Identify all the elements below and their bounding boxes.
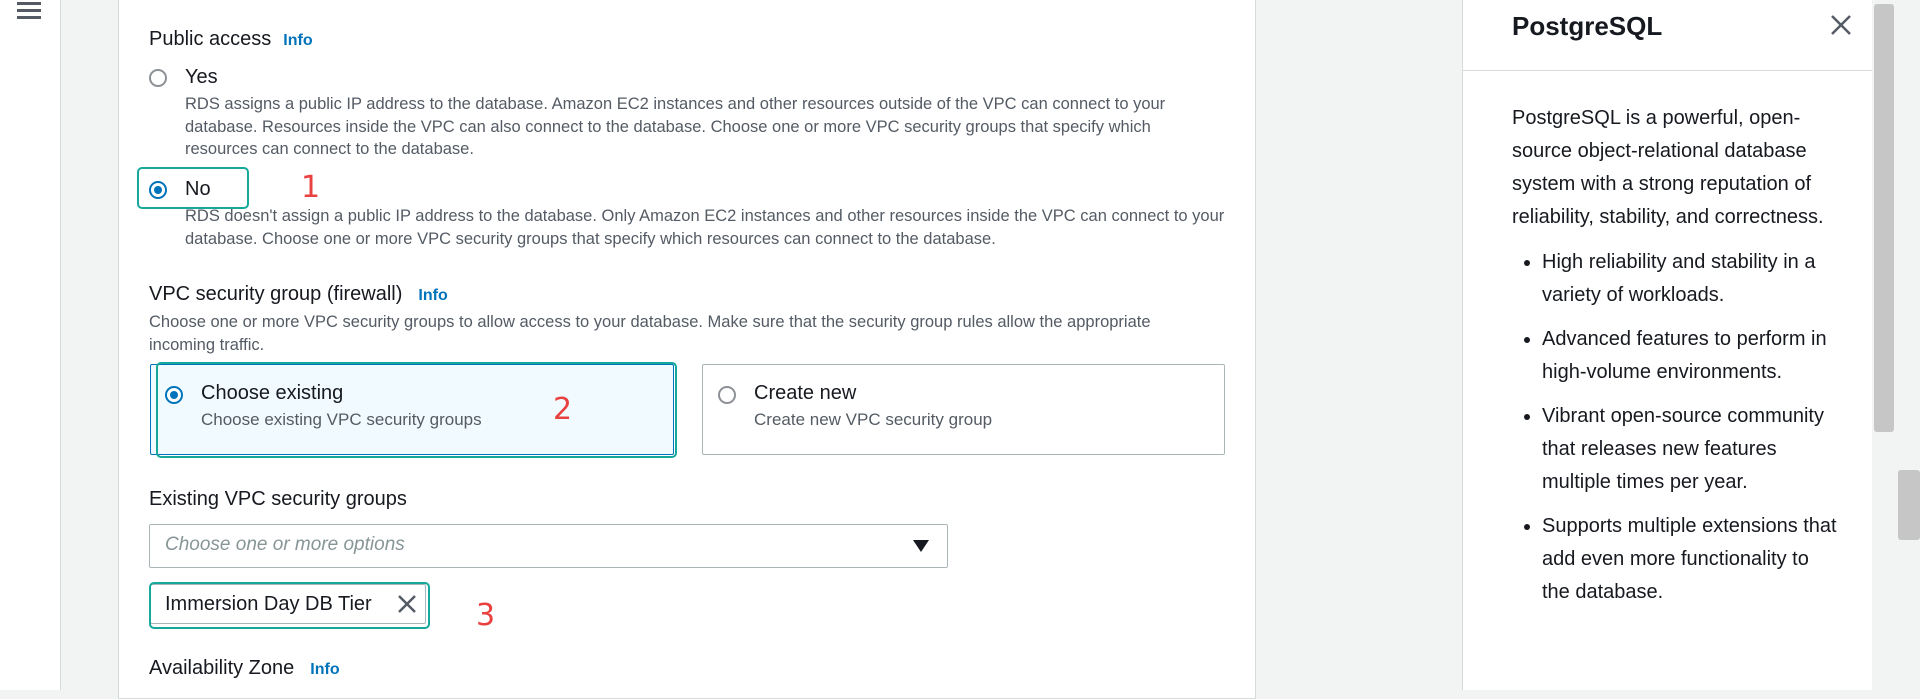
public-access-label: Public access Info [149, 28, 313, 51]
vpc-security-group-label: VPC security group (firewall) Info [149, 283, 448, 306]
public-access-yes-description: RDS assigns a public IP address to the d… [185, 95, 1166, 158]
vpc-security-group-label-text: VPC security group (firewall) [149, 283, 403, 305]
panel-bullet: Supports multiple extensions that add ev… [1542, 510, 1842, 609]
vpc-security-group-info-link[interactable]: Info [418, 287, 447, 304]
annotation-number-2: 2 [553, 392, 573, 427]
existing-groups-placeholder: Choose one or more options [165, 534, 405, 555]
panel-title: PostgreSQL [1512, 11, 1663, 41]
existing-groups-select[interactable]: Choose one or more options [149, 524, 948, 568]
panel-bullet: Advanced features to perform in high-vol… [1542, 323, 1842, 389]
annotation-number-3: 3 [476, 598, 496, 633]
panel-feature-list: High reliability and stability in a vari… [1512, 246, 1842, 609]
create-new-subtitle: Create new VPC security group [754, 410, 993, 429]
close-icon[interactable] [1829, 13, 1853, 37]
existing-groups-label: Existing VPC security groups [149, 488, 407, 510]
availability-zone-label: Availability Zone Info [149, 657, 340, 680]
help-side-panel: PostgreSQL PostgreSQL is a powerful, ope… [1462, 0, 1873, 690]
public-access-no-description: RDS doesn't assign a public IP address t… [185, 207, 1225, 248]
public-access-yes-label[interactable]: Yes [185, 66, 218, 89]
panel-body: PostgreSQL is a powerful, open-source ob… [1512, 102, 1842, 620]
annotation-box-2 [156, 362, 677, 458]
panel-intro: PostgreSQL is a powerful, open-source ob… [1512, 107, 1824, 228]
public-access-yes-radio[interactable] [149, 69, 167, 87]
public-access-label-text: Public access [149, 28, 272, 50]
page-scrollbar-thumb[interactable] [1898, 470, 1920, 540]
panel-divider [1463, 70, 1873, 71]
panel-bullet: Vibrant open-source community that relea… [1542, 400, 1842, 499]
hamburger-icon[interactable] [17, 2, 41, 20]
create-new-tile[interactable]: Create new Create new VPC security group [702, 364, 1225, 455]
panel-bullet: High reliability and stability in a vari… [1542, 246, 1842, 312]
public-access-info-link[interactable]: Info [283, 32, 312, 49]
annotation-box-1 [137, 167, 249, 209]
availability-zone-info-link[interactable]: Info [310, 661, 339, 678]
create-new-radio[interactable] [718, 386, 736, 404]
create-new-title: Create new [754, 382, 857, 404]
panel-scrollbar-thumb[interactable] [1874, 4, 1894, 432]
annotation-box-3 [149, 582, 430, 629]
vpc-security-group-description: Choose one or more VPC security groups t… [149, 313, 1151, 354]
left-nav-rail [0, 0, 61, 690]
availability-zone-label-text: Availability Zone [149, 657, 295, 679]
caret-down-icon [913, 540, 929, 552]
annotation-number-1: 1 [301, 170, 321, 205]
